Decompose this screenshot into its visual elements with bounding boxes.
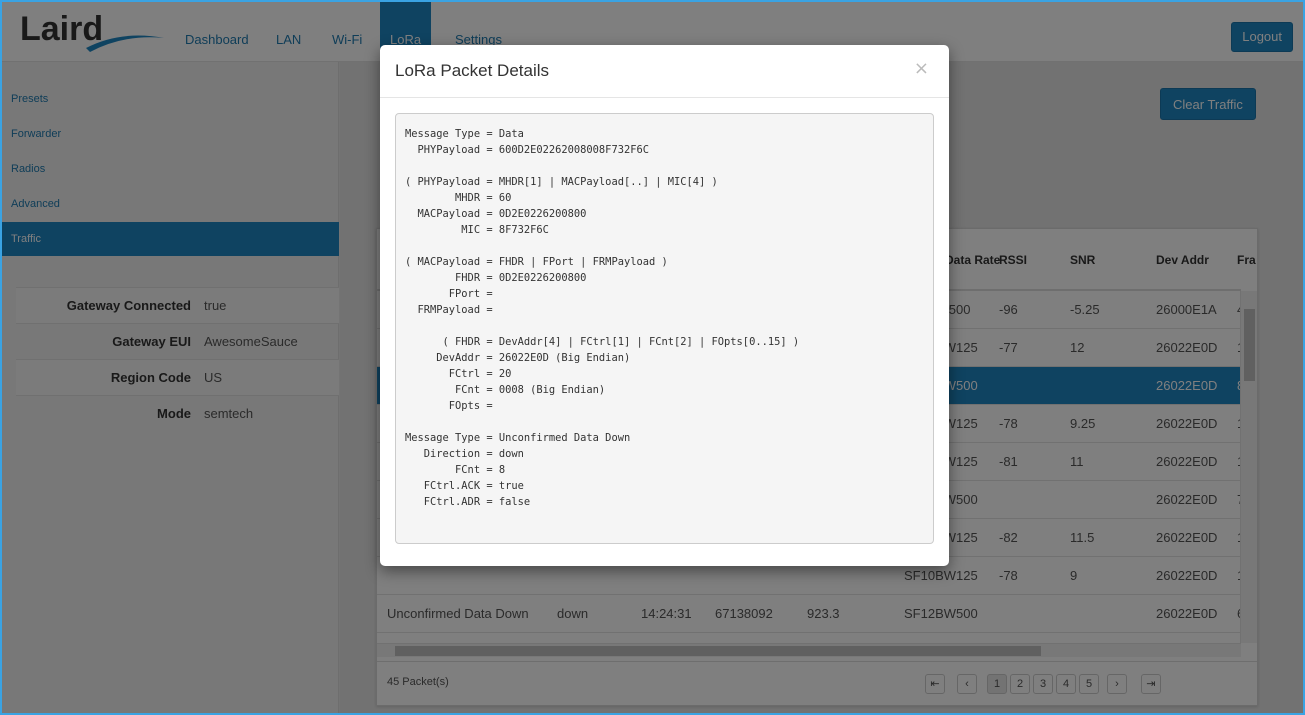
close-icon[interactable]: × xyxy=(908,57,935,80)
modal-header: LoRa Packet Details × xyxy=(380,45,949,98)
app-window: Laird Dashboard LAN Wi-Fi LoRa Settings … xyxy=(0,0,1305,715)
packet-details-text: Message Type = Data PHYPayload = 600D2E0… xyxy=(395,113,934,544)
packet-details-modal: LoRa Packet Details × Message Type = Dat… xyxy=(380,45,949,566)
modal-title: LoRa Packet Details xyxy=(395,61,550,80)
